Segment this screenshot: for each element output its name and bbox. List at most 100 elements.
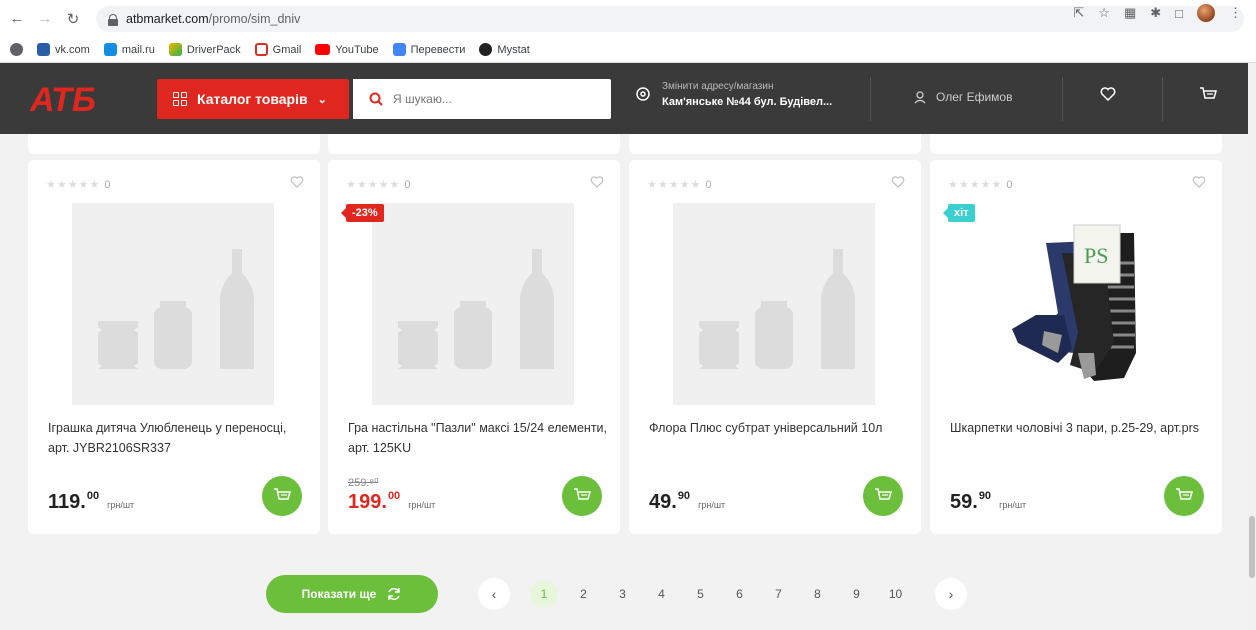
page-7[interactable]: 7: [759, 587, 798, 601]
socks-brand: PS: [1084, 243, 1108, 268]
bookmark-gmail[interactable]: Gmail: [254, 43, 301, 56]
atb-logo[interactable]: АТБ: [30, 81, 122, 115]
product-card[interactable]: ★★★★★ 0 Іграшка дитяча Улюбленець у перен…: [28, 160, 320, 534]
product-title[interactable]: Гра настільна "Пазли" максі 15/24 елемен…: [348, 418, 608, 458]
product-title[interactable]: Іграшка дитяча Улюбленець у переносці, а…: [48, 418, 308, 458]
favorites-heart-icon[interactable]: [1100, 87, 1116, 101]
rating-stars: ★★★★★ 0: [46, 179, 111, 191]
product-image-placeholder[interactable]: [72, 203, 274, 405]
add-to-cart-button[interactable]: [863, 476, 903, 516]
puzzle-icon[interactable]: ✱: [1150, 5, 1161, 21]
page-2[interactable]: 2: [564, 587, 603, 601]
placeholder-icon: [398, 249, 554, 369]
reload-icon[interactable]: ↻: [62, 8, 84, 30]
previous-card-bottom: [328, 134, 620, 154]
star-icon[interactable]: ☆: [1098, 5, 1110, 21]
address-value: Кам'янське №44 бул. Будівел...: [662, 96, 833, 108]
user-account[interactable]: Олег Ефимов: [914, 90, 1012, 104]
heart-icon[interactable]: [290, 176, 304, 188]
sidepanel-icon[interactable]: □: [1175, 6, 1183, 21]
placeholder-icon: [98, 249, 254, 369]
refresh-icon: [388, 588, 401, 600]
url-host: atbmarket.com: [126, 12, 209, 26]
product-card[interactable]: ★★★★★ 0 Флора Плюс субтрат універсальний …: [629, 160, 921, 534]
cart-icon[interactable]: [1199, 87, 1217, 103]
price-cents: 90: [677, 490, 691, 502]
load-more-button[interactable]: Показати ще: [266, 575, 438, 613]
extension-grid-icon[interactable]: ▦: [1124, 5, 1136, 21]
header-divider: [1062, 77, 1063, 121]
address-hint: Змінити адресу/магазин: [662, 81, 774, 92]
menu-icon[interactable]: ⋮: [1229, 5, 1242, 21]
heart-icon[interactable]: [891, 176, 905, 188]
product-title[interactable]: Флора Плюс субтрат універсальний 10л: [649, 418, 909, 438]
page-3[interactable]: 3: [603, 587, 642, 601]
bookmark-globe[interactable]: [10, 43, 23, 56]
logo-text: АТБ: [30, 81, 96, 115]
price-unit: грн/шт: [107, 500, 135, 510]
page-6[interactable]: 6: [720, 587, 759, 601]
search-input[interactable]: [393, 92, 593, 106]
user-icon: [914, 90, 926, 103]
rating-stars: ★★★★★ 0: [948, 179, 1013, 191]
page-1[interactable]: 1: [530, 580, 558, 608]
price-unit: грн/шт: [698, 500, 726, 510]
product-card[interactable]: ★★★★★ 0 PS хіт Шкарпетки чоловічі 3 пари,…: [930, 160, 1222, 534]
add-to-cart-button[interactable]: [262, 476, 302, 516]
placeholder-icon: [699, 249, 855, 369]
price-cents: 00: [387, 490, 401, 502]
product-title[interactable]: Шкарпетки чоловічі 3 пари, р.25-29, арт.…: [950, 418, 1210, 438]
heart-icon[interactable]: [1192, 176, 1206, 188]
heart-icon[interactable]: [590, 176, 604, 188]
socks-image: PS: [1012, 224, 1136, 381]
product-image-placeholder[interactable]: [673, 203, 875, 405]
product-image-placeholder[interactable]: [372, 203, 574, 405]
bookmark-mystat[interactable]: Mystat: [479, 43, 530, 56]
back-icon[interactable]: ←: [6, 8, 28, 30]
page-9[interactable]: 9: [837, 587, 876, 601]
lock-icon: [108, 13, 118, 26]
browser-toolbar: ← → ↻ atbmarket.com/promo/sim_dniv ⇱ ☆ ▦…: [0, 0, 1256, 37]
bookmark-label: mail.ru: [121, 43, 155, 56]
next-page-button[interactable]: ›: [935, 578, 967, 610]
store-address[interactable]: Змінити адресу/магазин Кам'янське №44 бу…: [636, 81, 832, 108]
bookmark-driverpack[interactable]: DriverPack: [168, 43, 241, 56]
vk-icon: [37, 43, 50, 56]
bookmark-translate[interactable]: Перевести: [392, 43, 465, 56]
page-4[interactable]: 4: [642, 587, 681, 601]
product-image[interactable]: PS: [974, 203, 1176, 405]
rating-count: 0: [1006, 179, 1013, 191]
product-card[interactable]: ★★★★★ 0 -23% Гра настільна "Пазли" максі …: [328, 160, 620, 534]
prev-page-button[interactable]: ‹: [478, 578, 510, 610]
catalog-button[interactable]: Каталог товарів ⌄: [157, 79, 349, 119]
forward-icon[interactable]: →: [34, 8, 56, 30]
add-to-cart-button[interactable]: [1164, 476, 1204, 516]
catalog-label: Каталог товарів: [197, 91, 308, 107]
cart-icon: [1176, 488, 1193, 500]
discount-badge: -23%: [341, 204, 384, 222]
share-icon[interactable]: ⇱: [1073, 5, 1084, 21]
page-scrollbar[interactable]: [1248, 63, 1256, 630]
user-name: Олег Ефимов: [936, 90, 1013, 104]
rating-count: 0: [404, 179, 411, 191]
address-bar[interactable]: atbmarket.com/promo/sim_dniv: [96, 6, 1244, 32]
rating-stars: ★★★★★ 0: [647, 179, 712, 191]
add-to-cart-button[interactable]: [562, 476, 602, 516]
location-pin-icon: [636, 86, 650, 101]
scrollbar-thumb[interactable]: [1249, 516, 1255, 578]
hit-badge: хіт: [943, 204, 975, 222]
pagination: ‹ 1 2 3 4 5 6 7 8 9 10 ›: [478, 578, 967, 610]
mailru-icon: [103, 43, 117, 56]
graduation-cap-icon: [479, 43, 493, 56]
profile-avatar[interactable]: [1197, 4, 1215, 22]
page-5[interactable]: 5: [681, 587, 720, 601]
search-box[interactable]: [353, 79, 611, 119]
youtube-icon: [315, 44, 331, 55]
page-10[interactable]: 10: [876, 587, 915, 601]
price-unit: грн/шт: [408, 500, 436, 510]
search-icon: [369, 92, 383, 106]
bookmark-youtube[interactable]: YouTube: [315, 44, 379, 56]
page-8[interactable]: 8: [798, 587, 837, 601]
bookmark-mailru[interactable]: mail.ru: [103, 43, 155, 56]
bookmark-vk[interactable]: vk.com: [37, 43, 90, 56]
